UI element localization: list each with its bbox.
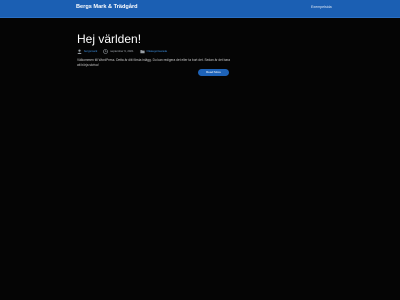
post-meta: bergsmark september 9, 2021 Okategoriser… [77, 48, 233, 54]
post-date[interactable]: september 9, 2021 [103, 48, 134, 54]
nav-link[interactable]: Exempelsida [311, 5, 332, 9]
post-author[interactable]: bergsmark [77, 49, 97, 54]
site-header: Bergs Mark & Trädgård Exempelsida [0, 0, 400, 18]
clock-icon [103, 48, 109, 54]
site-title[interactable]: Bergs Mark & Trädgård [76, 4, 138, 10]
post-article: Hej världen! bergsmark september 9, 2021… [77, 33, 233, 68]
post-excerpt: Välkommen till WordPress. Detta är ditt … [77, 58, 231, 67]
post-date-text[interactable]: september 9, 2021 [110, 49, 133, 53]
post-title[interactable]: Hej världen! [77, 33, 233, 46]
folder-icon [139, 49, 145, 53]
post-category-link[interactable]: Okategoriserade [147, 49, 168, 53]
user-icon [77, 49, 82, 54]
post-category[interactable]: Okategoriserade [139, 49, 168, 54]
post-author-name[interactable]: bergsmark [84, 49, 97, 53]
read-more-button[interactable]: Read More [198, 69, 229, 76]
